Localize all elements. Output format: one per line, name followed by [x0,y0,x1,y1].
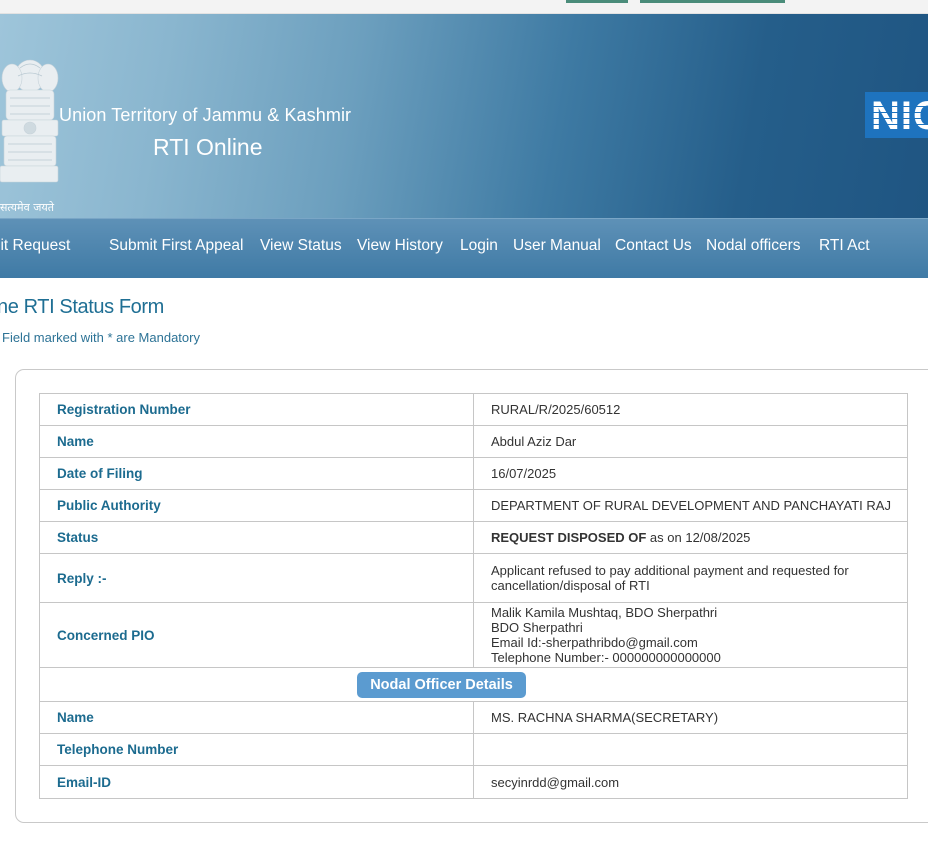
national-emblem-icon [0,59,59,183]
ut-title: Union Territory of Jammu & Kashmir [59,105,352,125]
status-label: Status [39,521,474,554]
public-authority-label: Public Authority [39,489,474,522]
page-title: Online RTI Status Form [0,296,164,318]
name-value: Abdul Aziz Dar [473,425,908,458]
nav-view-status[interactable]: View Status [260,237,342,255]
pio-name: Malik Kamila Mushtaq, BDO Sherpathri [491,605,718,620]
nic-logo-text: NIC [871,94,928,138]
nav-user-manual[interactable]: User Manual [513,237,601,255]
table-row: Nodal Officer Details [39,667,908,702]
status-text: REQUEST DISPOSED OF [491,530,647,545]
concerned-pio-value: Malik Kamila Mushtaq, BDO Sherpathri BDO… [473,602,908,668]
status-value: REQUEST DISPOSED OF as on 12/08/2025 [473,521,908,554]
main-nav: Submit Request Submit First Appeal View … [0,218,928,278]
app-title: RTI Online [153,134,263,160]
nodal-header-cell: Nodal Officer Details [39,667,908,702]
registration-number-label: Registration Number [39,393,474,426]
browser-top-strip [0,0,928,14]
nodal-name-label: Name [39,701,474,734]
nodal-name-value: MS. RACHNA SHARMA(SECRETARY) [473,701,908,734]
name-label: Name [39,425,474,458]
mandatory-note: Field marked with * are Mandatory [2,330,200,345]
status-date: as on 12/08/2025 [646,530,751,545]
emblem-motto: सत्यमेव जयते [0,201,55,214]
nav-view-history[interactable]: View History [357,237,443,255]
nav-rti-act[interactable]: RTI Act [819,237,870,255]
table-row: Public Authority DEPARTMENT OF RURAL DEV… [39,489,908,522]
date-of-filing-label: Date of Filing [39,457,474,490]
nodal-officer-details-button[interactable]: Nodal Officer Details [357,671,526,698]
registration-number-value: RURAL/R/2025/60512 [473,393,908,426]
pio-email: Email Id:-sherpathribdo@gmail.com [491,635,698,650]
concerned-pio-label: Concerned PIO [39,602,474,668]
nodal-telephone-value [473,733,908,766]
nav-nodal-officers[interactable]: Nodal officers [706,237,800,255]
table-row: Name Abdul Aziz Dar [39,425,908,458]
table-row: Telephone Number [39,733,908,766]
table-row: Date of Filing 16/07/2025 [39,457,908,490]
pio-telephone: Telephone Number:- 000000000000000 [491,650,721,665]
nic-logo: NIC [865,92,928,138]
nav-submit-first-appeal[interactable]: Submit First Appeal [109,237,243,255]
top-strip-mark [640,0,785,3]
table-row: Reply :- Applicant refused to pay additi… [39,553,908,603]
table-row: Name MS. RACHNA SHARMA(SECRETARY) [39,701,908,734]
table-row: Concerned PIO Malik Kamila Mushtaq, BDO … [39,602,908,668]
nodal-email-value: secyinrdd@gmail.com [473,765,908,799]
public-authority-value: DEPARTMENT OF RURAL DEVELOPMENT AND PANC… [473,489,908,522]
table-row: Registration Number RURAL/R/2025/60512 [39,393,908,426]
reply-value: Applicant refused to pay additional paym… [473,553,908,603]
date-of-filing-value: 16/07/2025 [473,457,908,490]
nav-contact-us[interactable]: Contact Us [615,237,692,255]
reply-label: Reply :- [39,553,474,603]
table-row: Email-ID secyinrdd@gmail.com [39,765,908,799]
pio-designation: BDO Sherpathri [491,620,583,635]
status-table: Registration Number RURAL/R/2025/60512 N… [39,393,908,799]
nav-login[interactable]: Login [460,237,498,255]
site-header: सत्यमेव जयते Union Territory of Jammu & … [0,14,928,218]
nav-submit-request[interactable]: Submit Request [0,237,70,255]
top-strip-mark [566,0,628,3]
table-row: Status REQUEST DISPOSED OF as on 12/08/2… [39,521,908,554]
nodal-telephone-label: Telephone Number [39,733,474,766]
nodal-email-label: Email-ID [39,765,474,799]
